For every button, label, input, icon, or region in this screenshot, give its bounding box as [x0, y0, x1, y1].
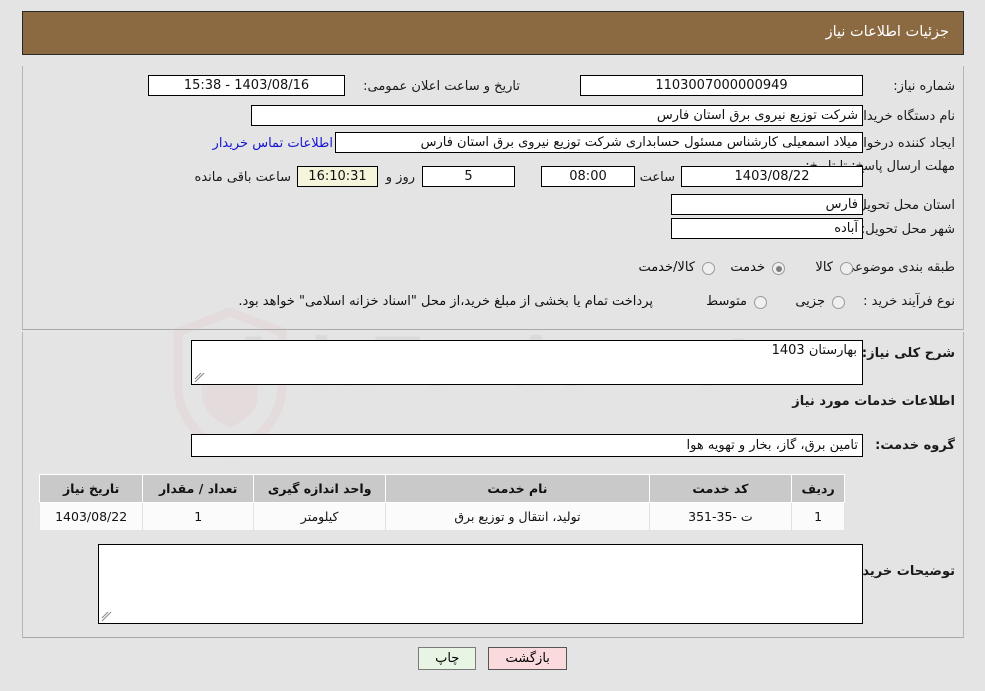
- announce-datetime-value: 1403/08/16 - 15:38: [148, 75, 345, 96]
- deadline-label: مهلت ارسال پاسخ: تا تاریخ:: [805, 159, 955, 174]
- need-number-label: شماره نیاز:: [893, 79, 955, 94]
- process-radio-motavaset[interactable]: [754, 296, 767, 309]
- category-label: طبقه بندی موضوعی:: [839, 260, 955, 275]
- table-header-row: ردیف کد خدمت نام خدمت واحد اندازه گیری ت…: [38, 474, 845, 503]
- cell-service-code: ت -35-351: [648, 502, 793, 531]
- category-radio-khedmat[interactable]: [772, 262, 785, 275]
- print-button[interactable]: چاپ: [418, 647, 477, 670]
- service-items-table: ردیف کد خدمت نام خدمت واحد اندازه گیری ت…: [38, 474, 845, 531]
- process-label-jozi: جزیی: [795, 294, 825, 309]
- column-header-unit: واحد اندازه گیری: [253, 474, 387, 503]
- buyer-contact-link[interactable]: اطلاعات تماس خریدار: [213, 136, 333, 151]
- deadline-hour-label: ساعت: [639, 170, 675, 185]
- need-details-panel: شرح کلی نیاز: بهارستان 1403 اطلاعات خدما…: [22, 332, 964, 638]
- deadline-date-value: 1403/08/22: [681, 166, 863, 187]
- category-radio-kala[interactable]: [840, 262, 853, 275]
- province-value: فارس: [671, 194, 863, 215]
- category-label-kala-khedmat: کالا/خدمت: [638, 260, 695, 275]
- column-header-service-code: کد خدمت: [648, 474, 793, 503]
- cell-unit: کیلومتر: [253, 502, 387, 531]
- buyer-notes-textarea[interactable]: [98, 544, 863, 624]
- remaining-time-value: 16:10:31: [297, 166, 378, 187]
- province-label: استان محل تحویل:: [853, 198, 955, 213]
- general-desc-label: شرح کلی نیاز:: [861, 346, 955, 361]
- city-label: شهر محل تحویل:: [860, 222, 955, 237]
- need-number-value: 1103007000000949: [580, 75, 863, 96]
- payment-note: پرداخت تمام یا بخشی از مبلغ خرید،از محل …: [238, 294, 653, 309]
- table-row: 1 ت -35-351 تولید، انتقال و توزیع برق کی…: [38, 502, 845, 531]
- column-header-date: تاریخ نیاز: [38, 474, 144, 503]
- category-label-kala: کالا: [815, 260, 833, 275]
- cell-date: 1403/08/22: [38, 502, 144, 531]
- service-group-value: تامین برق، گاز، بخار و تهویه هوا: [191, 434, 863, 457]
- column-header-service-name: نام خدمت: [385, 474, 650, 503]
- process-radio-jozi[interactable]: [832, 296, 845, 309]
- category-radio-kala-khedmat[interactable]: [702, 262, 715, 275]
- column-header-radif: ردیف: [791, 474, 845, 503]
- back-button[interactable]: بازگشت: [488, 647, 567, 670]
- process-label-motavaset: متوسط: [706, 294, 747, 309]
- remaining-time-label: ساعت باقی مانده: [194, 170, 291, 185]
- resize-grip-icon: [101, 611, 112, 622]
- announce-datetime-label: تاریخ و ساعت اعلان عمومی:: [363, 79, 520, 94]
- services-section-title: اطلاعات خدمات مورد نیاز: [792, 394, 955, 409]
- buyer-org-label: نام دستگاه خریدار:: [852, 109, 955, 124]
- cell-radif: 1: [791, 502, 845, 531]
- general-desc-value: بهارستان 1403: [771, 343, 857, 358]
- column-header-qty: تعداد / مقدار: [142, 474, 255, 503]
- category-label-khedmat: خدمت: [730, 260, 765, 275]
- page-header-bar: جزئیات اطلاعات نیاز: [22, 11, 964, 55]
- page-title: جزئیات اطلاعات نیاز: [825, 24, 949, 40]
- resize-grip-icon: [194, 372, 205, 383]
- cell-qty: 1: [142, 502, 255, 531]
- service-group-label: گروه خدمت:: [875, 438, 955, 453]
- remaining-days-label: روز و: [385, 170, 415, 185]
- deadline-hour-value: 08:00: [541, 166, 635, 187]
- process-label: نوع فرآیند خرید :: [863, 294, 955, 309]
- need-summary-panel: شماره نیاز: 1103007000000949 تاریخ و ساع…: [22, 66, 964, 330]
- buyer-org-value: شرکت توزیع نیروی برق استان فارس: [251, 105, 863, 126]
- cell-service-name: تولید، انتقال و توزیع برق: [385, 502, 650, 531]
- general-desc-textarea[interactable]: بهارستان 1403: [191, 340, 863, 385]
- remaining-days-value: 5: [422, 166, 515, 187]
- city-value: آباده: [671, 218, 863, 239]
- action-button-row: بازگشت چاپ: [0, 647, 985, 670]
- requester-value: میلاد اسمعیلی کارشناس مسئول حسابداری شرک…: [335, 132, 863, 153]
